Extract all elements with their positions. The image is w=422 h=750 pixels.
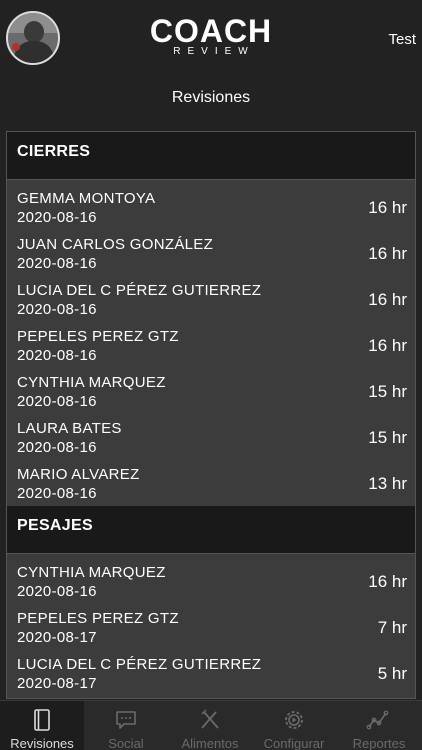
list-item[interactable]: GEMMA MONTOYA 2020-08-16 16 hr	[7, 184, 415, 230]
client-name: LAURA BATES	[17, 420, 122, 437]
list-item[interactable]: LAURA BATES 2020-08-16 15 hr	[7, 414, 415, 460]
list-item[interactable]: CYNTHIA MARQUEZ 2020-08-16 15 hr	[7, 368, 415, 414]
elapsed-hours: 5 hr	[377, 664, 407, 683]
line-chart-icon	[366, 710, 389, 730]
chat-icon	[116, 711, 136, 729]
user-menu-button[interactable]: Test	[388, 31, 416, 48]
tab-label: Revisiones	[10, 736, 74, 750]
fork-knife-icon	[201, 709, 219, 729]
elapsed-hours: 15 hr	[368, 428, 407, 447]
section-title: CIERRES	[17, 143, 91, 160]
tab-reportes[interactable]: Reportes	[336, 701, 422, 750]
tab-label: Social	[108, 736, 144, 750]
client-name: GEMMA MONTOYA	[17, 190, 156, 207]
tab-label: Reportes	[352, 736, 406, 750]
review-date: 2020-08-16	[17, 255, 97, 272]
bottom-tab-bar: Revisiones Social Alimentos Configurar R…	[0, 700, 422, 750]
client-name: CYNTHIA MARQUEZ	[17, 564, 166, 581]
review-date: 2020-08-16	[17, 301, 97, 318]
client-name: LUCIA DEL C PÉREZ GUTIERREZ	[17, 282, 262, 299]
app-logo: COACH REVIEW	[0, 13, 422, 58]
section-header-cierres: CIERRES	[7, 132, 415, 180]
elapsed-hours: 16 hr	[368, 198, 407, 217]
client-name: JUAN CARLOS GONZÁLEZ	[17, 236, 214, 253]
list-item[interactable]: JUAN CARLOS GONZÁLEZ 2020-08-16 16 hr	[7, 230, 415, 276]
client-name: PEPELES PEREZ GTZ	[17, 328, 179, 345]
review-date: 2020-08-16	[17, 485, 97, 502]
list-item[interactable]: MARIO ALVAREZ 2020-08-16 13 hr	[7, 460, 415, 506]
client-name: LUCIA DEL C PÉREZ GUTIERREZ	[17, 656, 262, 673]
page-title: Revisiones	[171, 89, 251, 106]
list-item[interactable]: CYNTHIA MARQUEZ 2020-08-16 16 hr	[7, 558, 415, 604]
client-name: MARIO ALVAREZ	[17, 466, 140, 483]
list-item[interactable]: PEPELES PEREZ GTZ 2020-08-17 7 hr	[7, 604, 415, 650]
tab-label: Alimentos	[181, 736, 239, 750]
review-date: 2020-08-16	[17, 209, 97, 226]
elapsed-hours: 16 hr	[368, 244, 407, 263]
revisions-list[interactable]: CIERRES GEMMA MONTOYA 2020-08-16 16 hr J…	[6, 131, 416, 699]
app-header: COACH REVIEW Test	[0, 0, 422, 76]
elapsed-hours: 15 hr	[368, 382, 407, 401]
elapsed-hours: 13 hr	[368, 474, 407, 493]
elapsed-hours: 16 hr	[368, 572, 407, 591]
elapsed-hours: 16 hr	[368, 336, 407, 355]
client-name: CYNTHIA MARQUEZ	[17, 374, 166, 391]
tab-revisiones[interactable]: Revisiones	[0, 701, 84, 750]
section-title: PESAJES	[17, 517, 93, 534]
notebook-icon	[34, 709, 50, 731]
list-item[interactable]: LUCIA DEL C PÉREZ GUTIERREZ 2020-08-16 1…	[7, 276, 415, 322]
list-item[interactable]: LUCIA DEL C PÉREZ GUTIERREZ 2020-08-17 5…	[7, 650, 415, 696]
review-date: 2020-08-16	[17, 439, 97, 456]
review-date: 2020-08-17	[17, 675, 97, 692]
elapsed-hours: 7 hr	[377, 618, 407, 637]
list-item[interactable]: PEPELES PEREZ GTZ 2020-08-16 16 hr	[7, 322, 415, 368]
logo-sub-text: REVIEW	[173, 46, 255, 57]
tab-alimentos[interactable]: Alimentos	[168, 701, 252, 750]
section-header-pesajes: PESAJES	[7, 506, 415, 554]
elapsed-hours: 16 hr	[368, 290, 407, 309]
client-name: PEPELES PEREZ GTZ	[17, 610, 179, 627]
tab-social[interactable]: Social	[84, 701, 168, 750]
review-date: 2020-08-17	[17, 629, 97, 646]
logo-main-text: COACH	[149, 13, 273, 49]
gear-icon	[285, 711, 303, 729]
review-date: 2020-08-16	[17, 347, 97, 364]
tab-label: Configurar	[263, 736, 325, 750]
tab-configurar[interactable]: Configurar	[252, 701, 336, 750]
review-date: 2020-08-16	[17, 583, 97, 600]
review-date: 2020-08-16	[17, 393, 97, 410]
